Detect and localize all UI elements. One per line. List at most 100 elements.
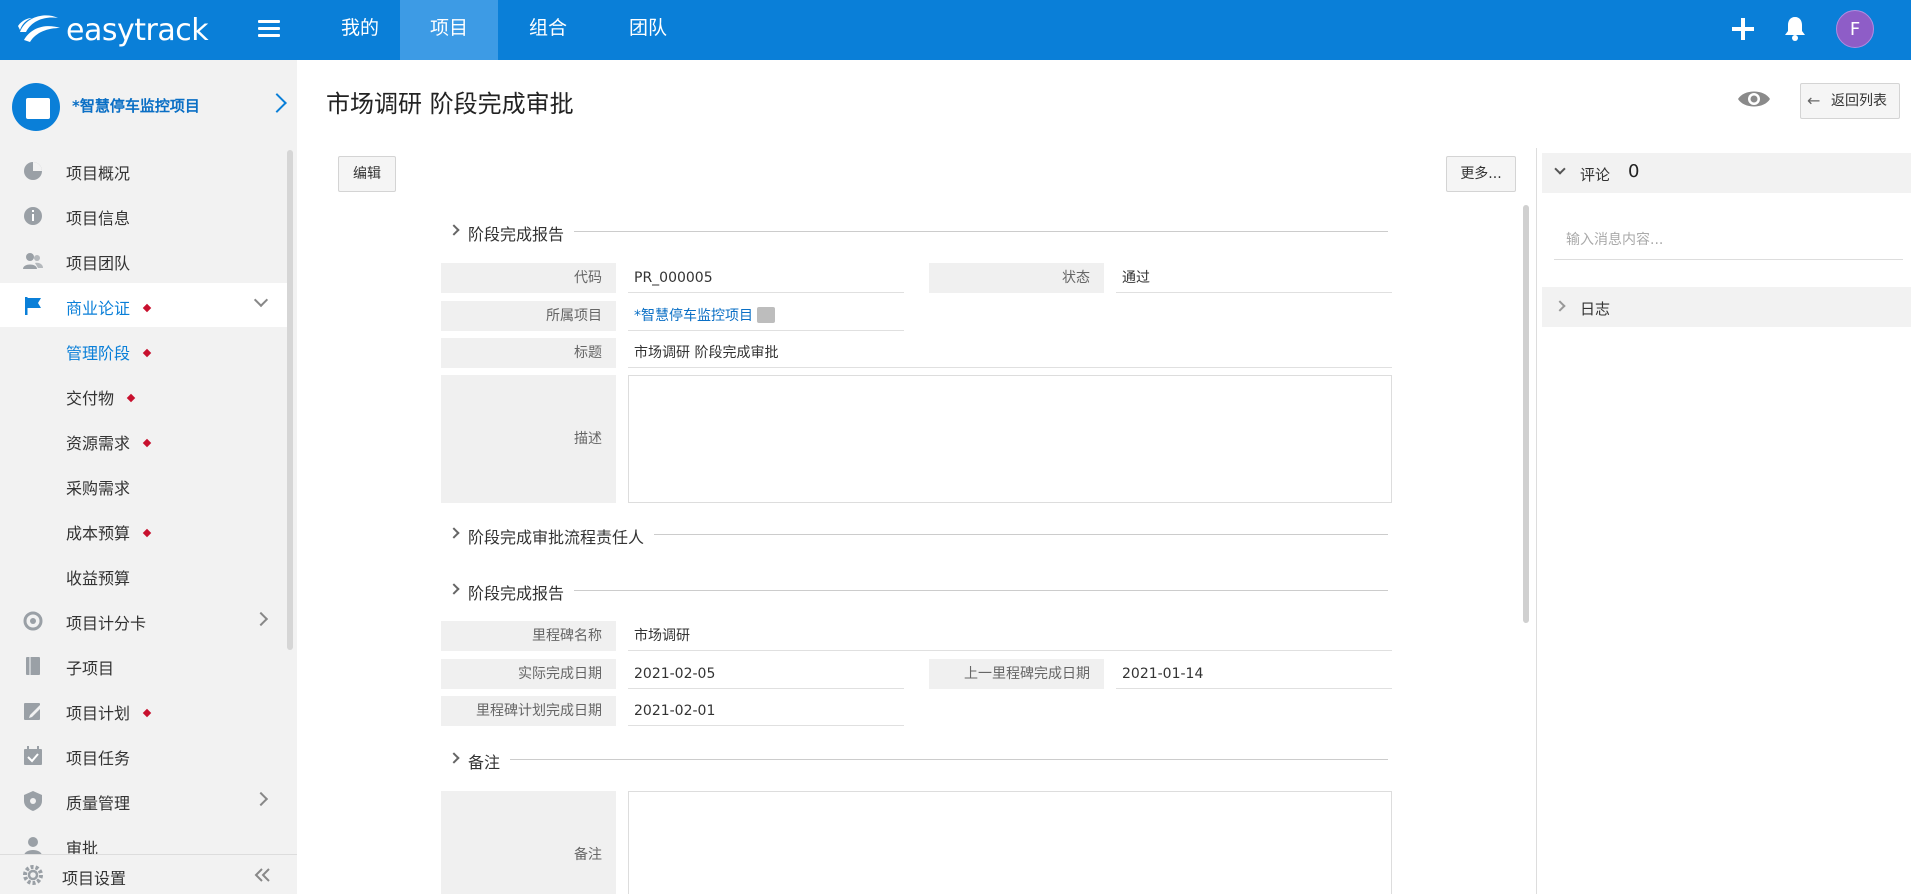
sidebar-item-manage-stage[interactable]: 管理阶段 (0, 328, 288, 372)
title-value: 市场调研 阶段完成审批 (628, 338, 1392, 368)
status-label: 状态 (929, 263, 1104, 293)
planned-date-value: 2021-02-01 (628, 696, 904, 726)
collapse-sidebar-icon[interactable] (252, 867, 272, 883)
sidebar-item-label: 管理阶段 (66, 340, 152, 364)
planned-date-label: 里程碑计划完成日期 (441, 696, 616, 726)
more-button[interactable]: 更多... (1446, 156, 1516, 192)
pie-chart-icon (24, 162, 42, 180)
avatar[interactable]: F (1836, 10, 1874, 48)
plan-icon (24, 703, 42, 720)
sidebar-item-label: 收益预算 (66, 569, 131, 588)
sidebar-item-label: 交付物 (66, 385, 136, 409)
section-divider (510, 759, 1388, 760)
app-root: easytrack 我的 项目 组合 团队 F *智慧停车监控项目 项目概况 项… (0, 0, 1911, 894)
sidebar-item-project-plan[interactable]: 项目计划 (0, 688, 288, 732)
sidebar-item-team[interactable]: 项目团队 (0, 238, 288, 282)
section-divider (574, 590, 1388, 591)
milestone-value: 市场调研 (628, 621, 1392, 651)
section-divider (574, 231, 1388, 232)
marker-icon (142, 303, 152, 312)
sidebar-item-resource-req[interactable]: 资源需求 (0, 418, 288, 462)
chevron-right-icon (448, 527, 460, 539)
sidebar-item-scorecard[interactable]: 项目计分卡 (0, 598, 288, 642)
marker-icon (142, 438, 152, 447)
sidebar-item-benefit-budget[interactable]: 收益预算 (0, 553, 288, 597)
sidebar-item-business-case[interactable]: 商业论证 (0, 283, 288, 327)
book-icon (26, 657, 40, 675)
top-bar: easytrack 我的 项目 组合 团队 F (0, 0, 1911, 60)
bell-icon[interactable] (1782, 14, 1808, 42)
chevron-down-icon (1554, 163, 1566, 175)
remarks-field[interactable] (628, 791, 1392, 894)
sidebar-scrollbar[interactable] (287, 150, 293, 650)
comment-input[interactable] (1554, 220, 1903, 260)
remarks-label: 备注 (441, 791, 616, 894)
marker-icon (142, 528, 152, 537)
flag-icon (25, 297, 41, 315)
back-to-list-button[interactable]: 返回列表 (1800, 83, 1900, 119)
sidebar-item-label: 商业论证 (66, 295, 152, 319)
sidebar-item-overview[interactable]: 项目概况 (0, 148, 288, 192)
tab-team[interactable]: 团队 (608, 0, 688, 60)
edit-button[interactable]: 编辑 (338, 156, 396, 192)
content-scrollbar[interactable] (1523, 205, 1529, 623)
page-title: 市场调研 阶段完成审批 (326, 90, 574, 118)
sidebar-item-procurement-req[interactable]: 采购需求 (0, 463, 288, 507)
sidebar-footer[interactable]: 项目设置 (0, 854, 297, 894)
project-header[interactable]: *智慧停车监控项目 (0, 60, 297, 148)
add-icon[interactable] (1730, 12, 1756, 48)
eye-icon[interactable] (1736, 86, 1772, 112)
sidebar-item-project-tasks[interactable]: 项目任务 (0, 733, 288, 777)
section-title: 阶段完成报告 (468, 225, 565, 244)
section-stage-report[interactable]: 阶段完成报告 (448, 219, 1388, 244)
target-icon (23, 611, 43, 631)
sidebar-item-label: 项目团队 (66, 254, 131, 273)
tab-mine[interactable]: 我的 (320, 0, 400, 60)
chevron-right-icon (448, 583, 460, 595)
sidebar-item-subprojects[interactable]: 子项目 (0, 643, 288, 687)
gear-icon (23, 865, 43, 885)
logo[interactable]: easytrack (16, 8, 211, 52)
calendar-check-icon (24, 746, 42, 765)
sidebar-item-label: 成本预算 (66, 520, 152, 544)
project-settings-label: 项目设置 (62, 869, 127, 888)
project-label: 所属项目 (441, 301, 616, 331)
status-value: 通过 (1116, 263, 1392, 293)
chevron-right-icon[interactable] (267, 93, 287, 113)
section-stage-report-2[interactable]: 阶段完成报告 (448, 578, 1388, 603)
sidebar-item-cost-budget[interactable]: 成本预算 (0, 508, 288, 552)
section-title: 阶段完成审批流程责任人 (468, 528, 645, 547)
project-link-icon[interactable] (757, 307, 775, 323)
milestone-label: 里程碑名称 (441, 621, 616, 651)
actual-date-label: 实际完成日期 (441, 659, 616, 689)
section-approval-owners[interactable]: 阶段完成审批流程责任人 (448, 522, 1388, 547)
project-link[interactable]: *智慧停车监控项目 (628, 301, 904, 331)
marker-icon (142, 708, 152, 717)
logo-text: easytrack (66, 12, 209, 48)
chevron-right-icon[interactable] (253, 611, 269, 627)
description-field[interactable] (628, 375, 1392, 503)
section-title: 备注 (468, 753, 501, 772)
log-title: 日志 (1580, 300, 1611, 318)
chevron-right-icon[interactable] (253, 791, 269, 807)
comments-header[interactable]: 评论 0 (1542, 153, 1911, 193)
sidebar-item-deliverables[interactable]: 交付物 (0, 373, 288, 417)
tab-projects[interactable]: 项目 (400, 0, 498, 60)
shield-icon (24, 791, 42, 811)
section-remarks[interactable]: 备注 (448, 747, 1388, 772)
prev-milestone-date-value: 2021-01-14 (1116, 659, 1392, 689)
sidebar-item-info[interactable]: 项目信息 (0, 193, 288, 237)
team-icon (23, 253, 43, 269)
description-label: 描述 (441, 375, 616, 503)
sidebar-item-label: 质量管理 (66, 794, 131, 813)
marker-icon (142, 348, 152, 357)
log-header[interactable]: 日志 (1542, 287, 1911, 327)
panel-divider (1536, 148, 1537, 894)
sidebar-item-label: 项目计划 (66, 700, 152, 724)
sidebar-item-quality[interactable]: 质量管理 (0, 778, 288, 822)
menu-toggle-icon[interactable] (258, 20, 280, 38)
sidebar-item-label: 采购需求 (66, 479, 131, 498)
tab-portfolio[interactable]: 组合 (508, 0, 588, 60)
chevron-down-icon[interactable] (253, 292, 269, 308)
comments-count: 0 (1628, 161, 1640, 182)
